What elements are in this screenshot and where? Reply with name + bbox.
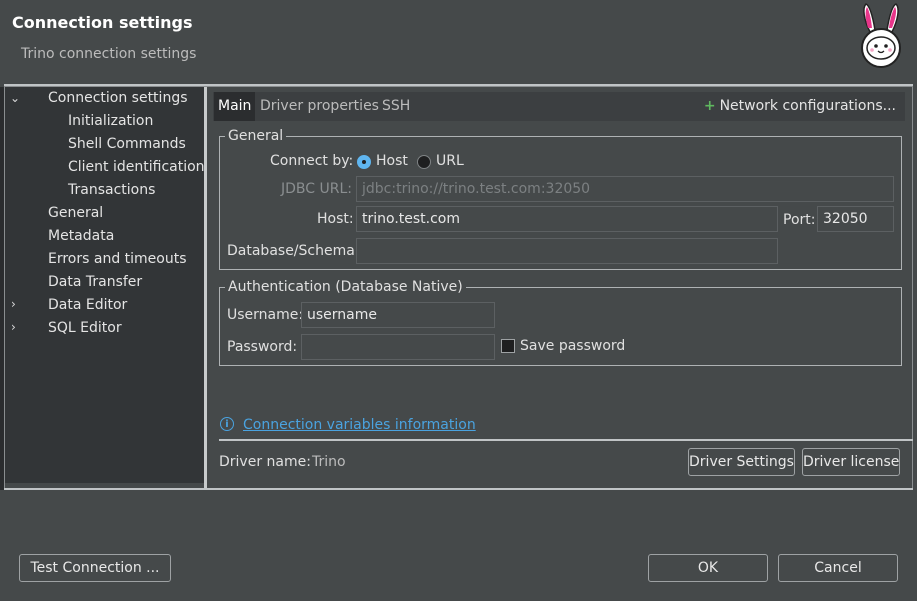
dialog-subtitle: Trino connection settings — [21, 46, 197, 62]
save-password-label[interactable]: Save password — [520, 338, 625, 354]
footer-separator — [4, 488, 913, 490]
save-password-checkbox[interactable] — [501, 339, 515, 353]
tree-item-general[interactable]: General — [48, 205, 103, 221]
tree-item-errors-and-timeouts[interactable]: Errors and timeouts — [48, 251, 187, 267]
general-legend: General — [225, 128, 287, 144]
driver-settings-button[interactable]: Driver Settings — [688, 448, 795, 476]
network-configurations-button[interactable]: + Network configurations... — [704, 98, 896, 114]
bunny-astronaut-icon — [856, 2, 906, 68]
tab-bar: Main Driver properties SSH + Network conf… — [213, 92, 905, 121]
settings-tree[interactable]: ⌄ Connection settings Initialization She… — [5, 87, 205, 483]
host-radio-label[interactable]: Host — [376, 153, 408, 169]
connection-variables-link[interactable]: Connection variables information — [243, 417, 476, 433]
ok-button[interactable]: OK — [648, 554, 768, 582]
driver-name-value: Trino — [312, 454, 346, 470]
tree-item-metadata[interactable]: Metadata — [48, 228, 114, 244]
tab-ssh[interactable]: SSH — [382, 98, 410, 114]
driver-name-label: Driver name: — [219, 454, 311, 470]
jdbc-url-field[interactable]: jdbc:trino://trino.test.com:32050 — [356, 176, 894, 202]
username-field[interactable]: username — [301, 302, 495, 328]
chevron-right-icon[interactable]: › — [11, 320, 16, 334]
database-schema-label: Database/Schema: — [227, 243, 360, 259]
tab-main[interactable]: Main — [214, 92, 256, 121]
authentication-legend: Authentication (Database Native) — [225, 279, 466, 295]
port-label: Port: — [783, 212, 816, 228]
info-icon: i — [220, 417, 234, 431]
cancel-button[interactable]: Cancel — [778, 554, 898, 582]
url-radio-label[interactable]: URL — [436, 153, 464, 169]
tab-driver-properties[interactable]: Driver properties — [260, 98, 379, 114]
tree-item-connection-settings[interactable]: Connection settings — [48, 90, 188, 106]
password-field[interactable] — [301, 334, 495, 360]
dialog-title: Connection settings — [12, 13, 193, 32]
network-configurations-label: Network configurations... — [719, 98, 896, 114]
database-schema-field[interactable] — [356, 238, 778, 264]
splitter[interactable] — [204, 87, 207, 488]
jdbc-url-label: JDBC URL: — [281, 181, 352, 197]
host-label: Host: — [317, 211, 354, 227]
connect-by-label: Connect by: — [270, 153, 354, 169]
port-field[interactable]: 32050 — [817, 206, 894, 232]
tree-item-sql-editor[interactable]: SQL Editor — [48, 320, 122, 336]
chevron-down-icon[interactable]: ⌄ — [10, 91, 20, 105]
url-radio[interactable] — [417, 155, 431, 169]
test-connection-button[interactable]: Test Connection ... — [19, 554, 171, 582]
driver-license-button[interactable]: Driver license — [802, 448, 900, 476]
plus-icon: + — [703, 98, 716, 114]
tree-item-transactions[interactable]: Transactions — [68, 182, 155, 198]
tree-item-data-editor[interactable]: Data Editor — [48, 297, 127, 313]
tree-item-data-transfer[interactable]: Data Transfer — [48, 274, 142, 290]
driver-separator — [219, 439, 913, 441]
host-radio[interactable] — [357, 155, 371, 169]
username-label: Username: — [227, 307, 304, 323]
chevron-right-icon[interactable]: › — [11, 297, 16, 311]
tree-item-shell-commands[interactable]: Shell Commands — [68, 136, 186, 152]
password-label: Password: — [227, 339, 298, 355]
host-field[interactable]: trino.test.com — [356, 206, 778, 232]
tree-item-initialization[interactable]: Initialization — [68, 113, 153, 129]
tree-item-client-identification[interactable]: Client identification — [68, 159, 205, 175]
